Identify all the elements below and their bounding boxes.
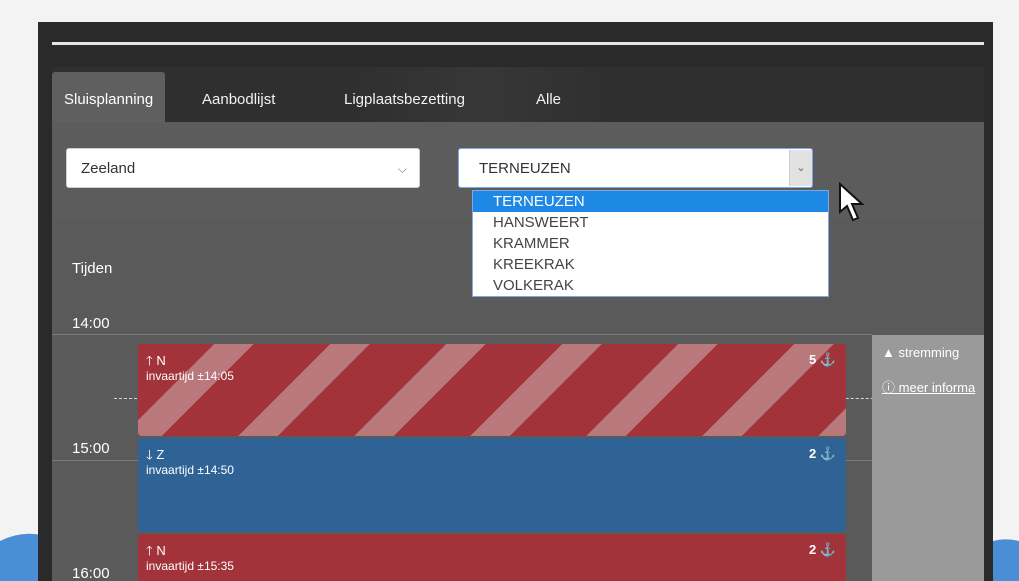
locking-block[interactable]: 🡑 N invaartijd ±15:35 2 ⚓ [138, 534, 846, 581]
chevron-down-icon: ⌵ [397, 162, 407, 176]
region-select[interactable]: Zeeland ⌵ [66, 148, 420, 188]
locking-direction: N [156, 353, 166, 368]
locking-eta: invaartijd ±15:35 [146, 559, 234, 573]
arrow-up-icon: 🡑 [146, 353, 153, 368]
top-divider [52, 42, 984, 45]
info-icon: ⓘ [882, 380, 896, 395]
stremming-label: stremming [898, 345, 960, 360]
anchor-icon: ⚓ [819, 352, 836, 367]
locking-block[interactable]: 🡑 N invaartijd ±14:05 5 ⚓ [138, 344, 846, 436]
locking-direction: Z [156, 447, 165, 462]
lock-planning-panel: Sluisplanning Aanbodlijst Ligplaatsbezet… [52, 67, 984, 581]
lock-option-terneuzen[interactable]: TERNEUZEN [473, 191, 828, 212]
chevron-down-icon[interactable]: ⌄ [789, 150, 812, 186]
lock-option-krammer[interactable]: KRAMMER [473, 233, 828, 254]
app-window: Sluisplanning Aanbodlijst Ligplaatsbezet… [38, 22, 993, 581]
vessel-count: 2 [808, 542, 817, 557]
tab-alle-sluizen[interactable]: Alle sluizen [536, 72, 583, 164]
lock-option-kreekrak[interactable]: KREEKRAK [473, 254, 828, 275]
lock-select[interactable]: TERNEUZEN ⌄ [458, 148, 813, 188]
anchor-icon: ⚓ [819, 542, 836, 557]
vessel-count: 5 [808, 352, 817, 367]
time-label: 15:00 [72, 440, 110, 457]
more-info-link[interactable]: ⓘ meer informa [882, 377, 975, 396]
lock-option-volkerak[interactable]: VOLKERAK [473, 275, 828, 296]
time-label: 16:00 [72, 565, 110, 581]
locking-eta: invaartijd ±14:50 [146, 463, 234, 477]
mouse-cursor-icon [839, 182, 865, 222]
tab-aanbodlijst[interactable]: Aanbodlijst [202, 72, 275, 122]
locking-eta: invaartijd ±14:05 [146, 369, 234, 383]
region-select-value: Zeeland [81, 160, 136, 177]
tab-sluisplanning[interactable]: Sluisplanning [52, 72, 166, 122]
lock-option-hansweert[interactable]: HANSWEERT [473, 212, 828, 233]
warning-icon: ▲ [882, 345, 895, 360]
locking-block[interactable]: 🡓 Z invaartijd ±14:50 2 ⚓ [138, 438, 846, 532]
lock-dropdown-list: TERNEUZEN HANSWEERT KRAMMER KREEKRAK VOL… [472, 190, 829, 297]
anchor-icon: ⚓ [819, 446, 836, 461]
locking-direction: N [156, 543, 166, 558]
hour-line [52, 334, 872, 335]
arrow-down-icon: 🡓 [146, 447, 153, 462]
arrow-up-icon: 🡑 [146, 543, 153, 558]
tab-ligplaatsbezetting[interactable]: Ligplaatsbezetting [344, 72, 465, 122]
time-label: 14:00 [72, 315, 110, 332]
times-heading: Tijden [72, 260, 113, 277]
vessel-count: 2 [808, 446, 817, 461]
notice-panel: ▲ stremming ⓘ meer informa [872, 335, 984, 581]
lock-select-value: TERNEUZEN [479, 160, 571, 177]
